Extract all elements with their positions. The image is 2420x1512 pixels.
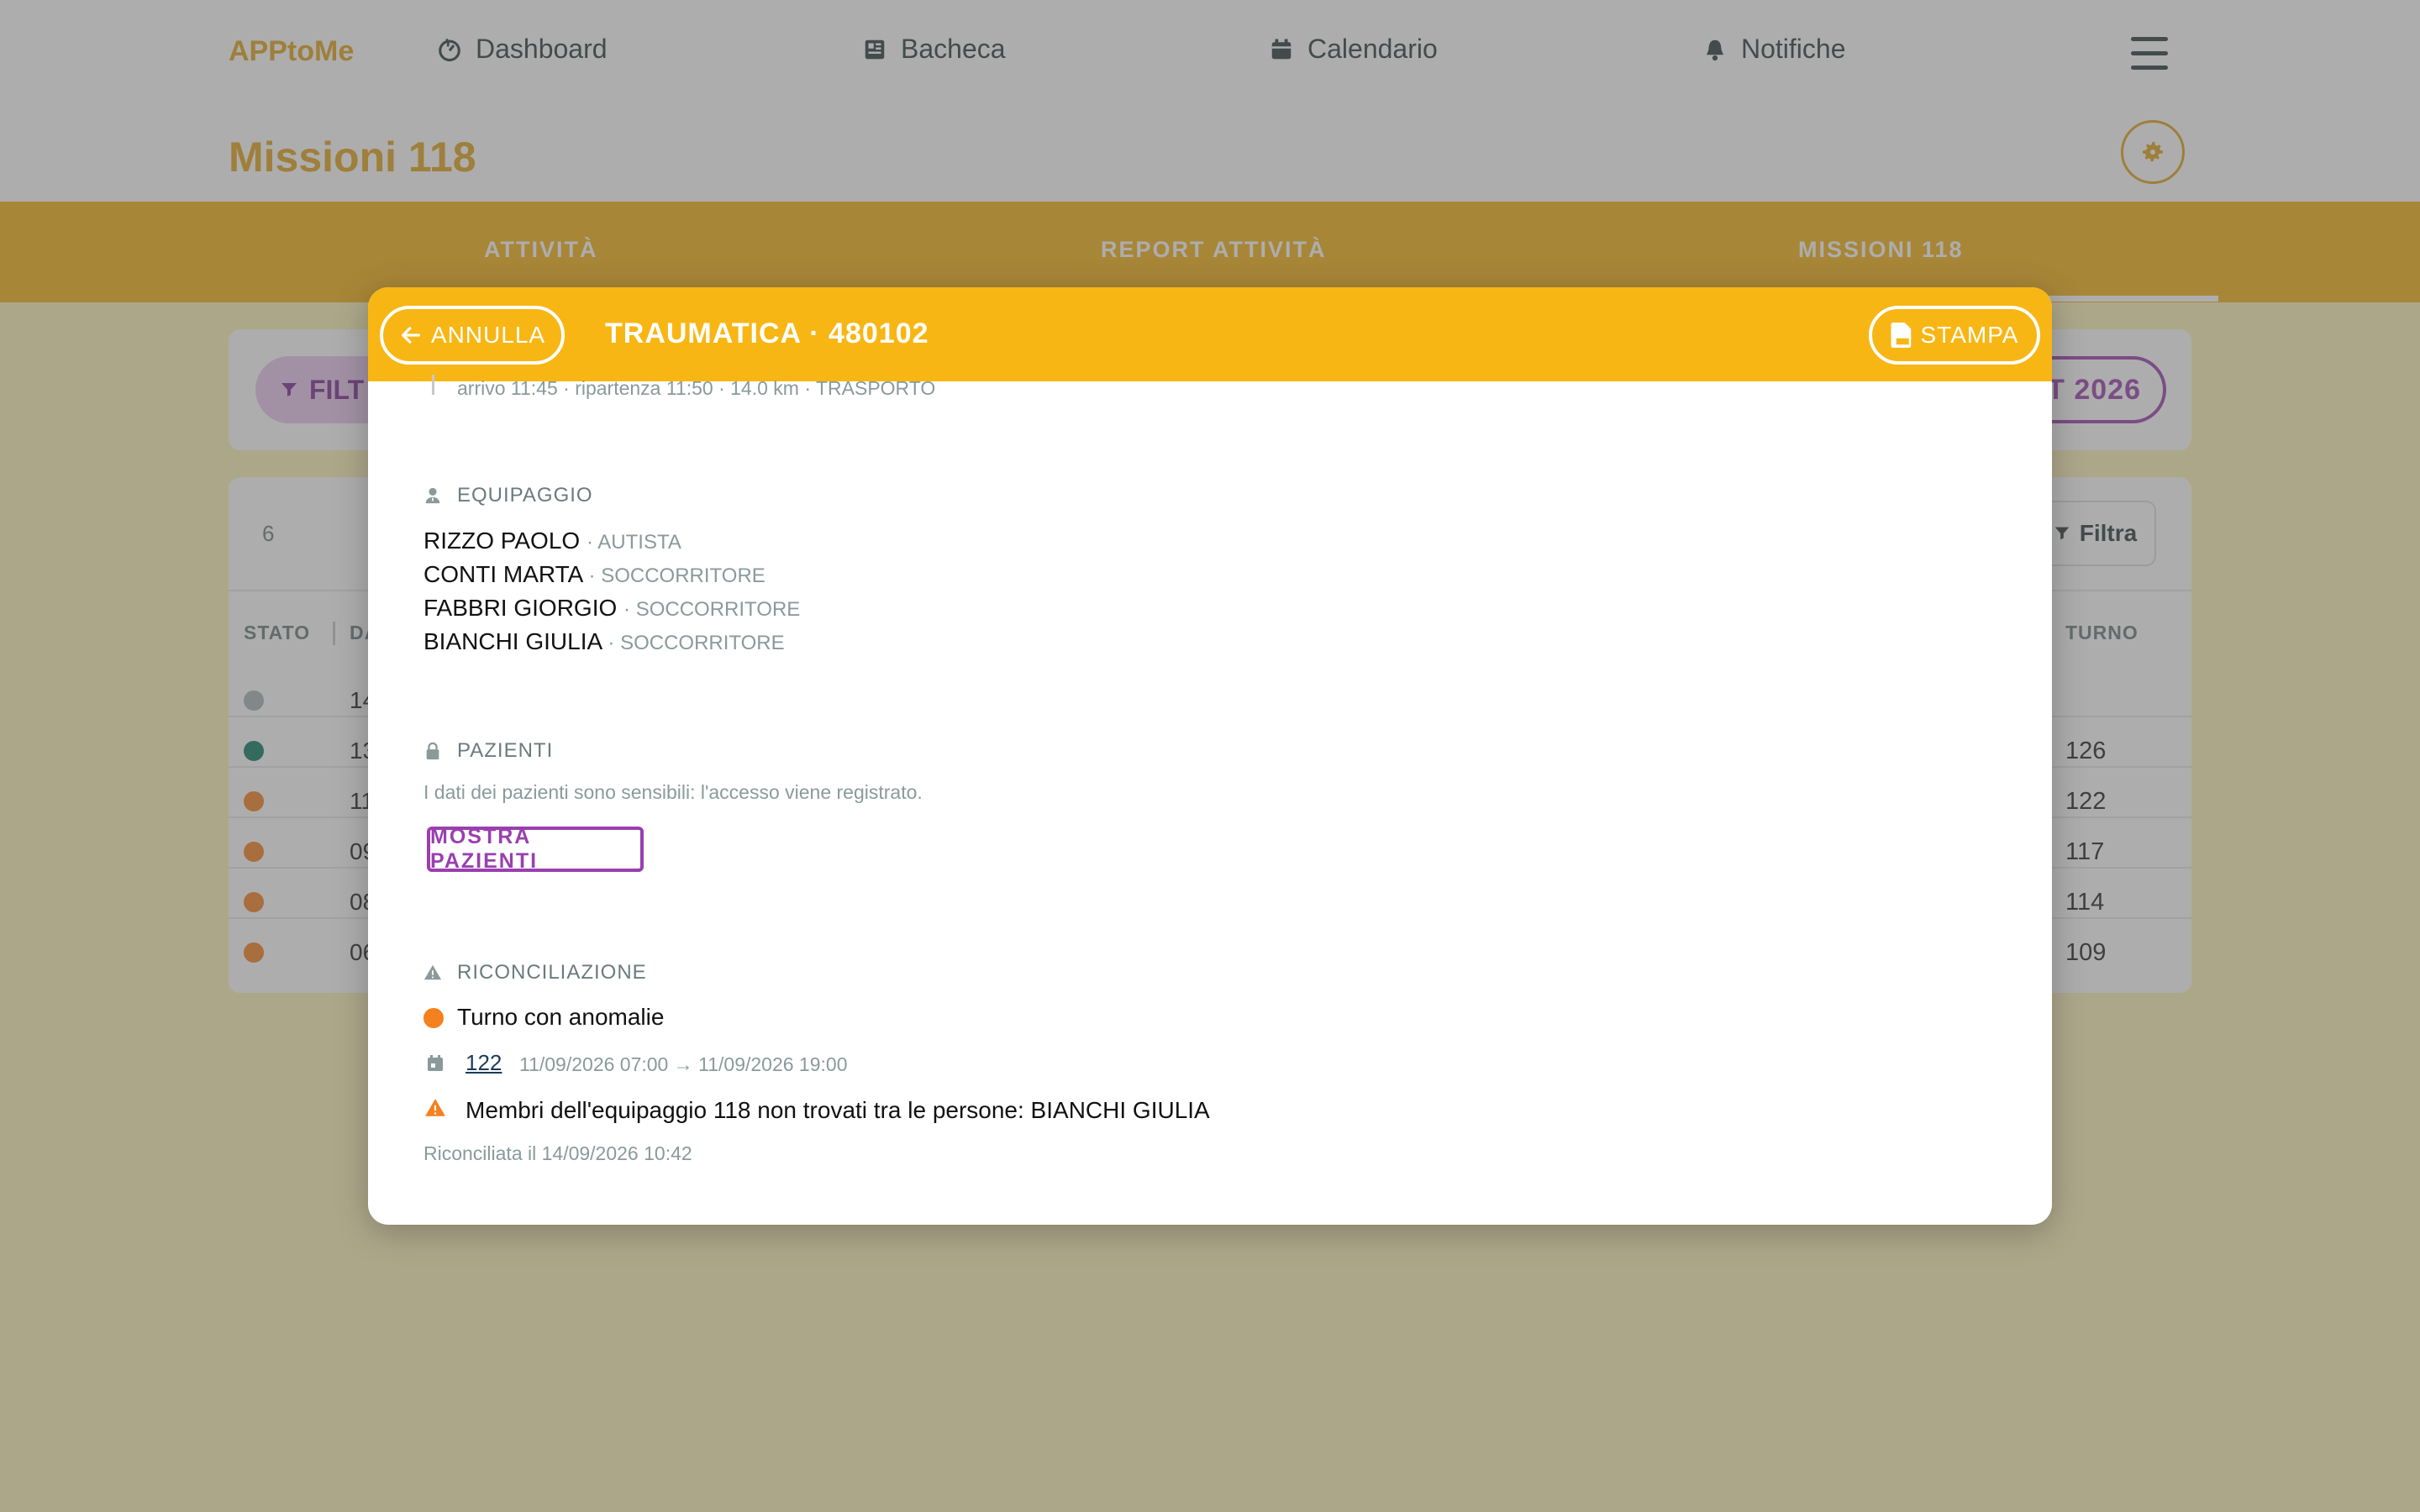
shift-link[interactable]: 122 bbox=[466, 1050, 502, 1076]
anomaly-status-dot bbox=[424, 1008, 444, 1028]
crew-member: CONTI MARTA · SOCCORRITORE bbox=[424, 561, 765, 587]
patients-privacy-note: I dati dei pazienti sono sensibili: l'ac… bbox=[424, 781, 923, 803]
reconciliation-section-heading: RICONCILIAZIONE bbox=[424, 961, 647, 984]
print-button[interactable]: STAMPA bbox=[1869, 306, 2040, 365]
reconciliation-warning: Membri dell'equipaggio 118 non trovati t… bbox=[466, 1097, 1210, 1123]
crew-section-heading: EQUIPAGGIO bbox=[424, 484, 593, 507]
shift-time-range: 11/09/2026 07:00 → 11/09/2026 19:00 bbox=[519, 1053, 848, 1075]
person-icon bbox=[425, 487, 440, 504]
reconciliation-status: Turno con anomalie bbox=[457, 1004, 665, 1030]
modal-header: ANNULLA TRAUMATICA · 480102 STAMPA bbox=[368, 287, 2052, 381]
pdf-file-icon bbox=[1891, 323, 1911, 348]
cancel-button[interactable]: ANNULLA bbox=[380, 306, 565, 365]
arrow-left-icon bbox=[401, 327, 420, 344]
reconciliation-heading-label: RICONCILIAZIONE bbox=[457, 961, 647, 984]
calendar-icon bbox=[428, 1055, 443, 1071]
lock-icon bbox=[426, 742, 439, 760]
timeline-details: arrivo 11:45 · ripartenza 11:50 · 14.0 k… bbox=[457, 377, 936, 399]
patients-section-heading: PAZIENTI bbox=[424, 739, 553, 763]
cancel-button-label: ANNULLA bbox=[430, 322, 546, 348]
warning-icon bbox=[424, 964, 442, 980]
crew-member: RIZZO PAOLO · AUTISTA bbox=[424, 528, 681, 554]
show-patients-button[interactable]: MOSTRA PAZIENTI bbox=[427, 825, 644, 873]
print-button-label: STAMPA bbox=[1920, 322, 2019, 348]
reconciled-timestamp: Riconciliata il 14/09/2026 10:42 bbox=[424, 1142, 692, 1164]
crew-member: BIANCHI GIULIA · SOCCORRITORE bbox=[424, 628, 785, 654]
modal-title: TRAUMATICA · 480102 bbox=[605, 318, 929, 349]
timeline-connector bbox=[432, 375, 434, 395]
crew-heading-label: EQUIPAGGIO bbox=[457, 484, 593, 507]
crew-member: FABBRI GIORGIO · SOCCORRITORE bbox=[424, 595, 801, 621]
mission-detail-modal: ANNULLA TRAUMATICA · 480102 STAMPA arriv… bbox=[368, 287, 2052, 1225]
patients-heading-label: PAZIENTI bbox=[457, 739, 554, 762]
alert-triangle-icon bbox=[425, 1099, 445, 1116]
